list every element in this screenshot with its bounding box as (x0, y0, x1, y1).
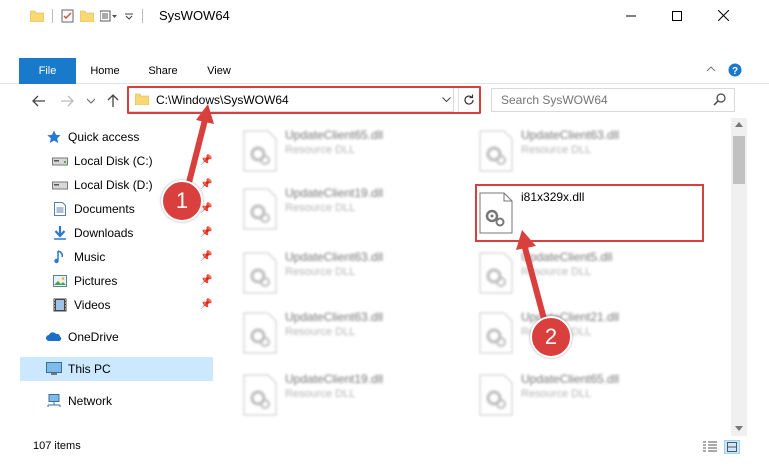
step-badge-1: 1 (161, 180, 203, 222)
step-badge-2: 2 (530, 316, 572, 358)
annotation-arrows (181, 104, 551, 337)
